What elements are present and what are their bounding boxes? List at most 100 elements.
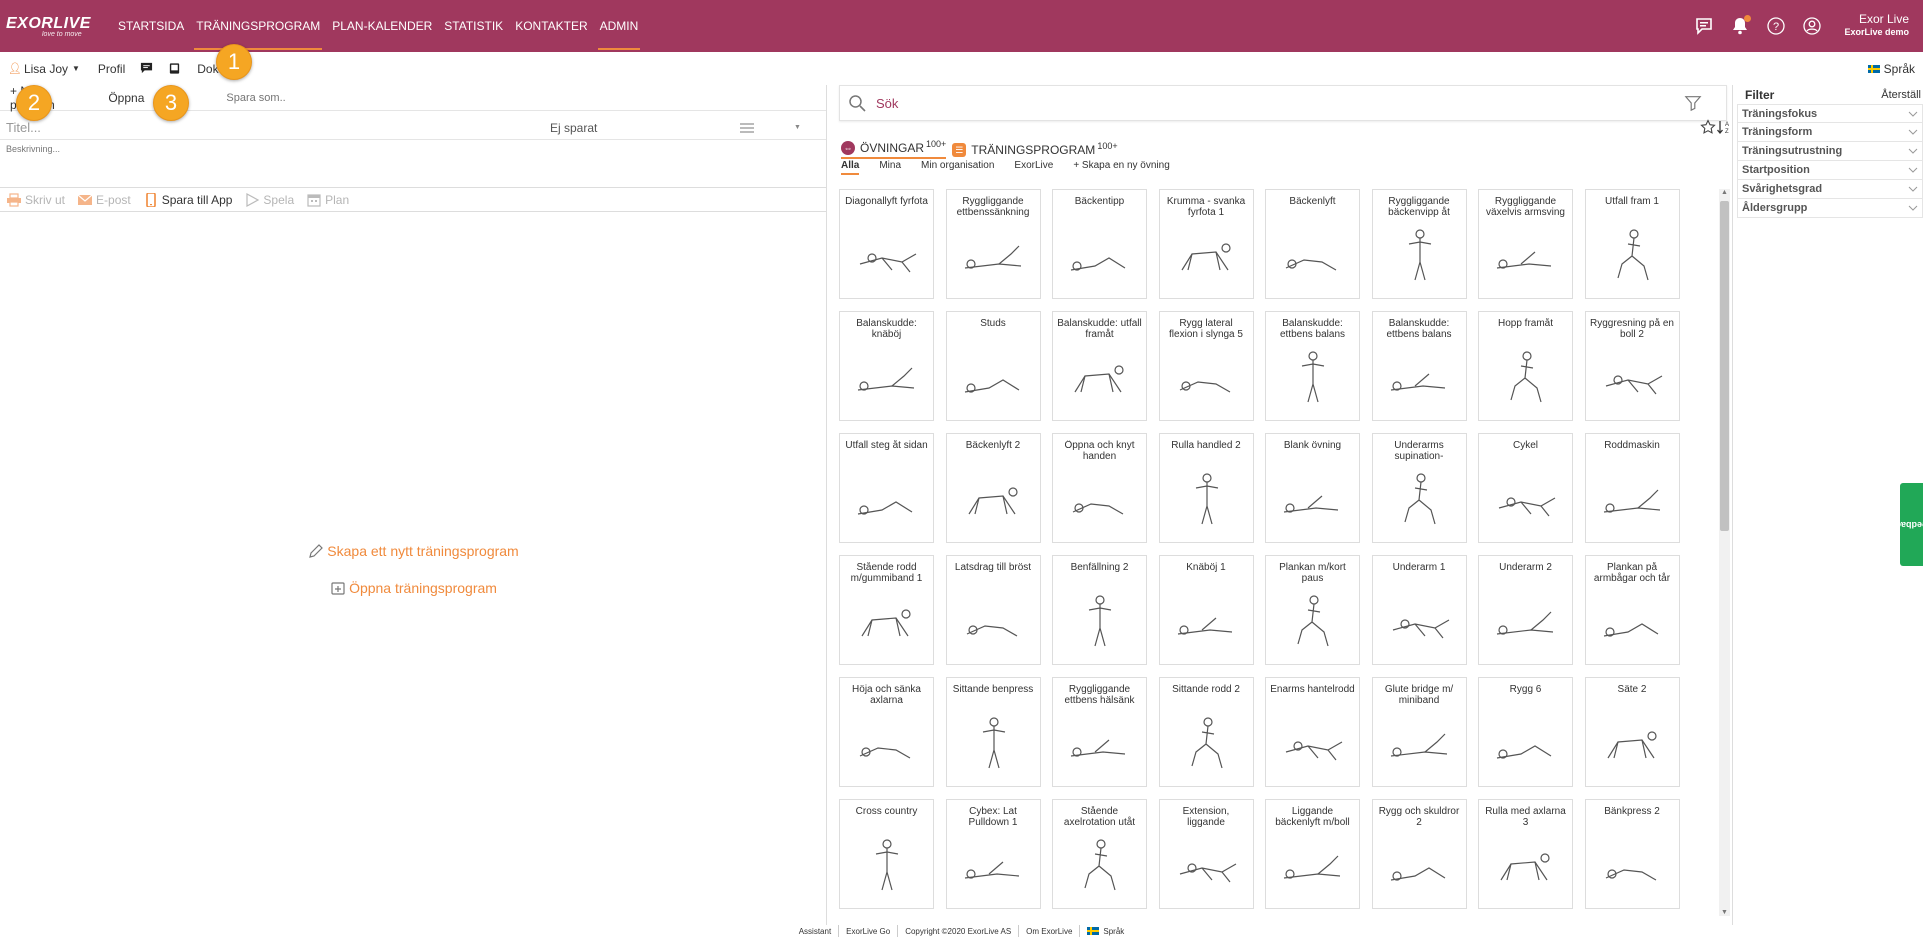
exercise-card[interactable]: Underarms supination- bbox=[1371, 433, 1467, 543]
exercise-card[interactable]: Utfall fram 1 bbox=[1584, 189, 1680, 299]
exercise-card[interactable]: Bänkpress 2 bbox=[1584, 799, 1680, 909]
footer-link-4[interactable]: Språk bbox=[1080, 925, 1131, 937]
exercise-card[interactable]: Balanskudde: knäböj bbox=[839, 311, 934, 421]
search-input[interactable] bbox=[876, 95, 1676, 111]
filter-row-1[interactable]: Träningsform bbox=[1737, 123, 1923, 142]
exercise-card[interactable]: Extension, liggande bbox=[1158, 799, 1254, 909]
exercise-card[interactable]: Sittande benpress bbox=[945, 677, 1041, 787]
exercise-card[interactable]: Ryggliggande ettbens hälsänk bbox=[1052, 677, 1147, 787]
exercise-card[interactable]: Cykel bbox=[1478, 433, 1573, 543]
tutorial-badge-3[interactable]: 3 bbox=[153, 85, 189, 121]
footer-link-3[interactable]: Om ExorLive bbox=[1019, 925, 1081, 937]
exercise-card[interactable]: Öppna och knyt handen bbox=[1052, 433, 1147, 543]
filter-row-0[interactable]: Träningsfokus bbox=[1737, 104, 1923, 123]
exercise-card[interactable]: Glute bridge m/ miniband bbox=[1371, 677, 1467, 787]
nav-item-admin[interactable]: ADMIN bbox=[594, 0, 645, 52]
filter-row-3[interactable]: Startposition bbox=[1737, 161, 1923, 180]
scroll-thumb[interactable] bbox=[1720, 201, 1729, 531]
exercise-card[interactable]: Rygg lateral flexion i slynga 5 bbox=[1158, 311, 1254, 421]
tutorial-badge-1[interactable]: 1 bbox=[216, 44, 252, 80]
save-as-input[interactable] bbox=[226, 87, 826, 108]
exercise-card[interactable]: Bäckenlyft 2 bbox=[945, 433, 1041, 543]
exercise-card[interactable]: Diagonallyft fyrfota bbox=[839, 189, 934, 299]
list-icon[interactable] bbox=[740, 122, 754, 133]
exercise-card[interactable]: Latsdrag till bröst bbox=[945, 555, 1041, 665]
feedback-tab[interactable]: Feedback bbox=[1891, 483, 1923, 566]
exercise-card[interactable]: Cybex: Lat Pulldown 1 bbox=[945, 799, 1041, 909]
exercise-card[interactable]: Stående rodd m/gummiband 1 bbox=[839, 555, 934, 665]
subtab-3[interactable]: ExorLive bbox=[1014, 160, 1053, 175]
exercise-card[interactable]: Ryggliggande växelvis armsving bbox=[1478, 189, 1573, 299]
exercise-card[interactable]: Rygg 6 bbox=[1478, 677, 1573, 787]
exercise-card[interactable]: Rygg och skuldror 2 bbox=[1371, 799, 1467, 909]
exercise-card[interactable]: Säte 2 bbox=[1584, 677, 1680, 787]
comment-icon[interactable] bbox=[139, 62, 153, 76]
exercise-card[interactable]: Höja och sänka axlarna bbox=[839, 677, 934, 787]
sort-icon[interactable]: AZ bbox=[1716, 119, 1732, 135]
exercise-card[interactable]: Benfällning 2 bbox=[1052, 555, 1147, 665]
exercise-card[interactable]: Krumma - svanka fyrfota 1 bbox=[1158, 189, 1254, 299]
open-program-link[interactable]: Öppna träningsprogram bbox=[0, 580, 827, 599]
open-button[interactable]: Öppna bbox=[108, 91, 144, 105]
exercise-card[interactable]: Ryggliggande ettbenssänkning bbox=[945, 189, 1041, 299]
tutorial-badge-2[interactable]: 2 bbox=[16, 85, 52, 121]
nav-item-plan-kalender[interactable]: PLAN-KALENDER bbox=[326, 0, 438, 52]
print-button[interactable]: Skriv ut bbox=[6, 193, 65, 207]
filter-funnel-icon[interactable] bbox=[1684, 94, 1702, 112]
nav-item-startsida[interactable]: STARTSIDA bbox=[112, 0, 190, 52]
subtab-4[interactable]: + Skapa en ny övning bbox=[1073, 160, 1169, 175]
plan-button[interactable]: Plan bbox=[306, 193, 349, 207]
tab-programs[interactable]: ☰ TRÄNINGSPROGRAM 100+ bbox=[952, 141, 1118, 159]
nav-item-kontakter[interactable]: KONTAKTER bbox=[509, 0, 593, 52]
exercise-card[interactable]: Enarms hantelrodd bbox=[1265, 677, 1360, 787]
exercise-card[interactable]: Plankan på armbågar och tår bbox=[1584, 555, 1680, 665]
current-user-dropdown[interactable]: 👤︎ Lisa Joy ▼ bbox=[8, 62, 80, 76]
book-icon[interactable] bbox=[167, 62, 181, 76]
profile-link[interactable]: Profil bbox=[98, 62, 125, 76]
exercise-card[interactable]: Bäckenlyft bbox=[1265, 189, 1360, 299]
user-info[interactable]: Exor Live ExorLive demo bbox=[1844, 13, 1909, 39]
notification-bell-icon[interactable] bbox=[1729, 15, 1752, 37]
star-icon[interactable] bbox=[1700, 119, 1716, 135]
description-field[interactable]: Beskrivning... bbox=[0, 140, 826, 188]
play-button[interactable]: Spela bbox=[244, 192, 294, 207]
tab-exercises[interactable]: ⇔ ÖVNINGAR 100+ bbox=[841, 139, 947, 159]
help-icon[interactable]: ? bbox=[1765, 15, 1787, 37]
exercise-card[interactable]: Stående axelrotation utåt bbox=[1052, 799, 1147, 909]
footer-link-2[interactable]: Copyright ©2020 ExorLive AS bbox=[898, 925, 1020, 937]
exercise-card[interactable]: Rulla handled 2 bbox=[1158, 433, 1254, 543]
exercise-card[interactable]: Knäböj 1 bbox=[1158, 555, 1254, 665]
exercise-card[interactable]: Bäckentipp bbox=[1052, 189, 1147, 299]
program-title-input[interactable] bbox=[0, 117, 550, 138]
exercise-card[interactable]: Balanskudde: ettbens balans bbox=[1371, 311, 1467, 421]
scroll-up-arrow[interactable]: ▲ bbox=[1721, 189, 1728, 196]
exorlive-logo[interactable]: EXORLIVE love to move bbox=[6, 6, 108, 46]
exercise-card[interactable]: Underarm 1 bbox=[1371, 555, 1467, 665]
exercise-card[interactable]: Sittande rodd 2 bbox=[1158, 677, 1254, 787]
exercise-card[interactable]: Balanskudde: utfall framåt bbox=[1052, 311, 1147, 421]
exercise-card[interactable]: Studs bbox=[945, 311, 1041, 421]
exercise-card[interactable]: Underarm 2 bbox=[1478, 555, 1573, 665]
exercise-card[interactable]: Plankan m/kort paus bbox=[1265, 555, 1360, 665]
exercise-card[interactable]: Liggande bäckenlyft m/boll bbox=[1265, 799, 1360, 909]
exercise-card[interactable]: Blank övning bbox=[1265, 433, 1360, 543]
exercise-card[interactable]: Hopp framåt bbox=[1478, 311, 1573, 421]
footer-link-1[interactable]: ExorLive Go bbox=[839, 925, 899, 937]
nav-item-statistik[interactable]: STATISTIK bbox=[438, 0, 509, 52]
filter-row-4[interactable]: Svårighetsgrad bbox=[1737, 180, 1923, 199]
reset-filter-button[interactable]: Återställ bbox=[1881, 89, 1921, 101]
chat-icon[interactable] bbox=[1693, 15, 1715, 37]
language-selector[interactable]: Språk bbox=[1867, 62, 1915, 76]
save-to-app-button[interactable]: Spara till App bbox=[143, 192, 232, 207]
filter-row-5[interactable]: Åldersgrupp bbox=[1737, 199, 1923, 218]
exercise-grid-scrollbar[interactable]: ▲ ▼ bbox=[1719, 189, 1730, 916]
exercise-card[interactable]: Roddmaskin bbox=[1584, 433, 1680, 543]
exercise-card[interactable]: Cross country bbox=[839, 799, 934, 909]
nav-item-träningsprogram[interactable]: TRÄNINGSPROGRAM bbox=[190, 0, 326, 52]
user-account-icon[interactable] bbox=[1801, 15, 1823, 37]
exercise-card[interactable]: Ryggresning på en boll 2 bbox=[1584, 311, 1680, 421]
subtab-1[interactable]: Mina bbox=[879, 160, 901, 175]
chevron-down-icon[interactable]: ▼ bbox=[794, 124, 801, 131]
exercise-card[interactable]: Balanskudde: ettbens balans bbox=[1265, 311, 1360, 421]
exercise-card[interactable]: Ryggliggande bäckenvipp åt bbox=[1371, 189, 1467, 299]
